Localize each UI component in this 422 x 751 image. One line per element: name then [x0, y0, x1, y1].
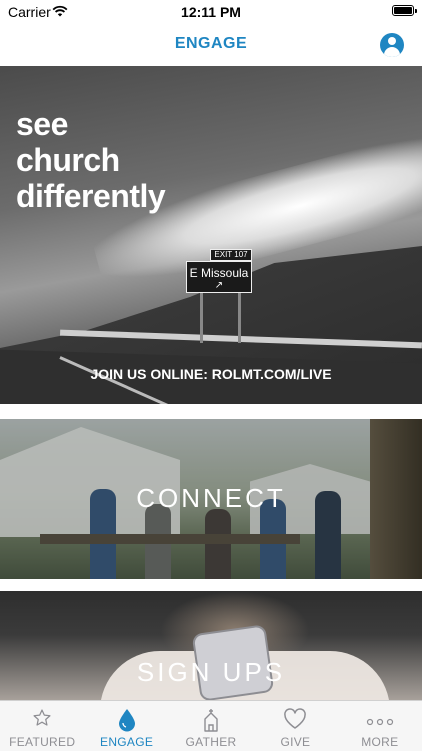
navigation-bar: ENGAGE [0, 24, 422, 66]
church-icon [201, 708, 221, 737]
status-bar: Carrier 12:11 PM [0, 0, 422, 24]
card-caption: JOIN US ONLINE: ROLMT.COM/LIVE [90, 366, 332, 382]
card-title: SIGN UPS [136, 657, 286, 687]
card-watch-online[interactable]: EXIT 107 E Missoula ↗ see church differe… [0, 66, 422, 404]
sign-post [238, 293, 241, 343]
sign-post [200, 293, 203, 343]
drop-icon [117, 708, 137, 737]
exit-sign: EXIT 107 [210, 249, 252, 261]
profile-icon[interactable] [380, 33, 404, 57]
status-time: 12:11 PM [181, 4, 241, 20]
tab-bar: FEATURED ENGAGE GATHER GIVE MORE [0, 700, 422, 751]
tab-label: FEATURED [9, 735, 76, 749]
card-connect[interactable]: CONNECT [0, 419, 422, 579]
highway-sign: E Missoula ↗ [186, 261, 252, 293]
star-icon [32, 708, 52, 733]
tab-label: GIVE [280, 735, 311, 749]
arrow-up-right-icon: ↗ [214, 280, 224, 291]
more-icon [366, 713, 394, 731]
tab-featured[interactable]: FEATURED [0, 701, 84, 751]
tab-give[interactable]: GIVE [253, 701, 337, 751]
headline-line: differently [16, 178, 166, 214]
card-headline: see church differently [16, 106, 166, 214]
tab-label: MORE [361, 735, 399, 749]
tab-gather[interactable]: GATHER [169, 701, 253, 751]
card-title: CONNECT [136, 483, 286, 513]
page-title: ENGAGE [174, 35, 248, 52]
headline-line: church [16, 142, 120, 178]
battery-icon [392, 5, 417, 16]
tab-label: GATHER [185, 735, 237, 749]
highway-sign-text: E Missoula [189, 266, 249, 280]
headline-line: see [16, 106, 68, 142]
tab-more[interactable]: MORE [338, 701, 422, 751]
tab-engage[interactable]: ENGAGE [84, 701, 168, 751]
card-sign-ups[interactable]: SIGN UPS [0, 591, 422, 701]
tab-label: ENGAGE [100, 735, 154, 749]
heart-icon [283, 708, 307, 735]
